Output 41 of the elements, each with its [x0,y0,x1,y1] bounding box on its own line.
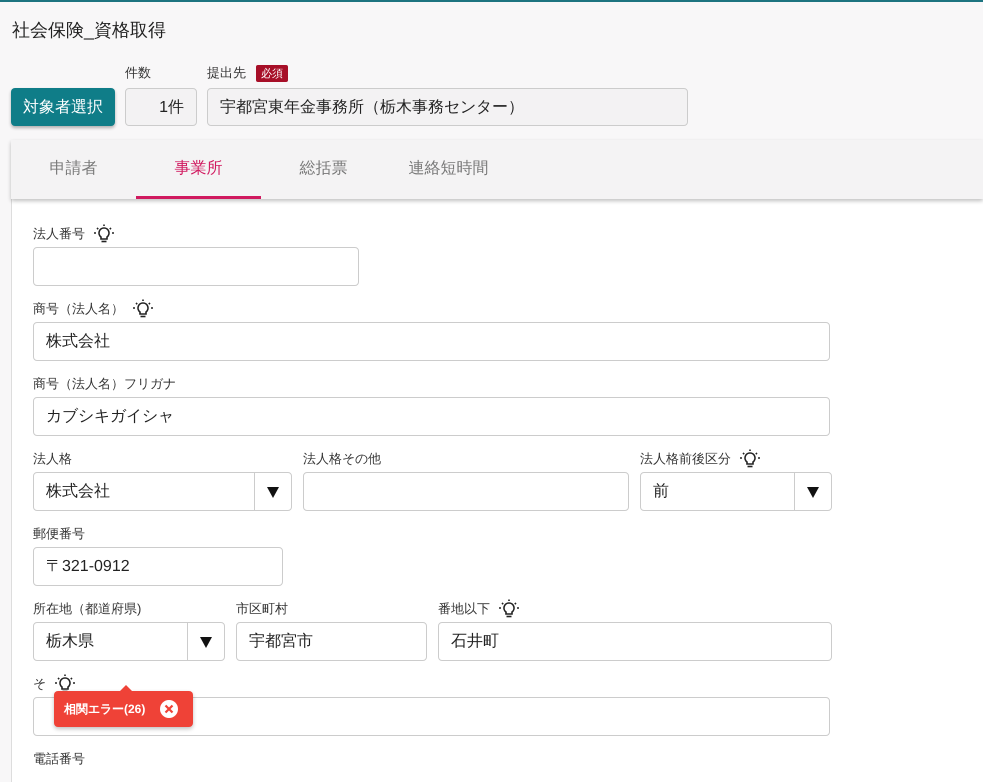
tab[interactable]: 総括票 [261,140,386,199]
field-label: 提出先 [207,64,246,82]
field-label: 法人番号 [33,225,85,243]
field-label: 番地以下 [438,600,490,618]
field-label: 電話番号 [33,750,85,768]
text-field[interactable]: カブシキガイシャ [33,397,830,436]
field-label: 商号（法人名） [33,300,124,318]
text-field[interactable]: 石井町 [438,622,832,661]
count-field: 1件 [125,88,197,126]
tab[interactable]: 連絡短時間 [386,140,511,199]
field-label: 法人格その他 [303,450,381,468]
required-badge: 必須 [256,64,288,82]
select-target-button[interactable]: 対象者選択 [11,88,115,126]
lightbulb-icon[interactable] [739,449,761,469]
caret-icon [266,484,280,498]
text-field[interactable]: 宇都宮市 [236,622,427,661]
field-label: 法人格 [33,450,72,468]
dropdown[interactable]: 栃木県 [33,622,225,661]
close-icon[interactable] [159,699,180,719]
field-label: 所在地（都道府県) [33,600,142,618]
tab[interactable]: 申請者 [11,140,136,199]
field-label: 市区町村 [236,600,288,618]
text-field[interactable]: 〒321-0912 [33,547,283,586]
field-label: 商号（法人名）フリガナ [33,375,176,393]
page-title: 社会保険_資格取得 [12,19,166,42]
dropdown[interactable]: 前 [640,472,832,511]
caret-icon [199,634,213,648]
field-label: そ [33,675,46,693]
field-label: 件数 [125,64,152,82]
lightbulb-icon[interactable] [498,599,520,619]
dropdown[interactable]: 株式会社 [33,472,292,511]
lightbulb-icon[interactable] [54,674,76,694]
text-field[interactable] [33,247,359,286]
caret-icon [806,484,820,498]
text-field[interactable] [303,472,629,511]
destination-field: 宇都宮東年金事務所（栃木事務センター） [207,88,688,126]
lightbulb-icon[interactable] [93,224,115,244]
text-field[interactable]: 株式会社 [33,322,830,361]
lightbulb-icon[interactable] [132,299,154,319]
field-label: 法人格前後区分 [640,450,731,468]
field-label: 郵便番号 [33,525,85,543]
